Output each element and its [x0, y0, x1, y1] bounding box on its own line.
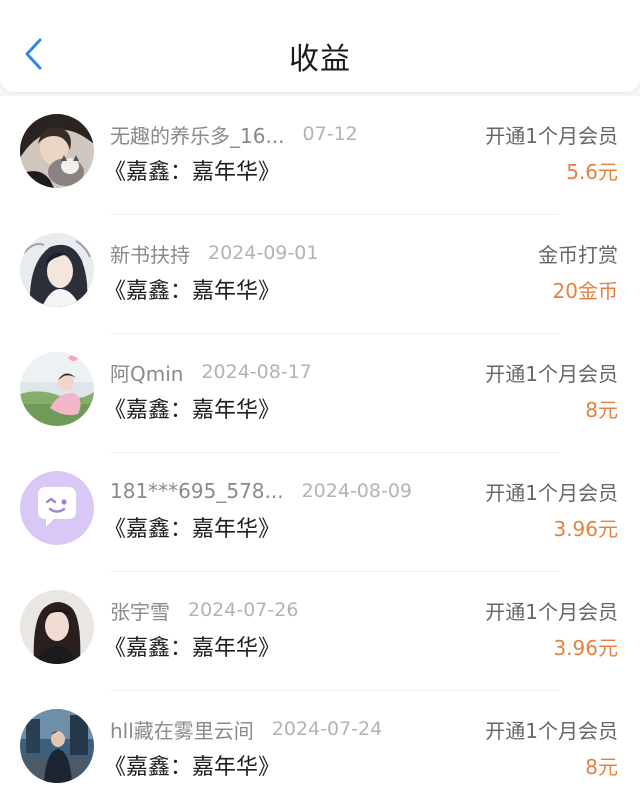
earning-row[interactable]: hll藏在雾里云间 2024-07-24 《嘉鑫：嘉年华》 开通1个月会员 8元	[0, 691, 640, 810]
earning-row[interactable]: 新书扶持 2024-09-01 《嘉鑫：嘉年华》 金币打赏 20金币	[0, 215, 640, 334]
earnings-list: 无趣的养乐多_16... 07-12 《嘉鑫：嘉年华》 开通1个月会员 5.6元…	[0, 96, 640, 810]
earning-type: 开通1个月会员	[485, 124, 618, 148]
earning-type: 开通1个月会员	[485, 600, 618, 624]
earning-amount: 8元	[585, 755, 618, 779]
earning-amount: 20金币	[552, 279, 618, 303]
date: 07-12	[302, 123, 358, 145]
earning-amount: 3.96元	[553, 517, 618, 541]
username: 无趣的养乐多_16...	[110, 123, 285, 148]
earning-type: 开通1个月会员	[485, 362, 618, 386]
book-title: 《嘉鑫：嘉年华》	[104, 398, 281, 423]
page-title: 收益	[289, 42, 351, 77]
avatar-photo-outdoor-icon[interactable]	[20, 352, 94, 426]
earning-amount: 8元	[585, 398, 618, 422]
earning-type: 金币打赏	[538, 243, 618, 267]
username: 181***695_578...	[110, 479, 284, 503]
avatar-anime-character-icon[interactable]	[20, 233, 94, 307]
earning-type: 开通1个月会员	[485, 481, 618, 505]
username: 张宇雪	[110, 599, 170, 624]
earning-amount: 5.6元	[566, 160, 618, 184]
username: hll藏在雾里云间	[110, 718, 254, 743]
avatar-photo-street-icon[interactable]	[20, 709, 94, 783]
top-bar: 收益	[0, 0, 640, 92]
book-title: 《嘉鑫：嘉年华》	[104, 517, 281, 542]
earning-row[interactable]: 无趣的养乐多_16... 07-12 《嘉鑫：嘉年华》 开通1个月会员 5.6元	[0, 96, 640, 215]
date: 2024-07-26	[188, 599, 299, 621]
earning-type: 开通1个月会员	[485, 719, 618, 743]
earning-amount: 3.96元	[553, 636, 618, 660]
earning-row[interactable]: 张宇雪 2024-07-26 《嘉鑫：嘉年华》 开通1个月会员 3.96元	[0, 572, 640, 691]
date: 2024-08-09	[301, 480, 413, 502]
book-title: 《嘉鑫：嘉年华》	[104, 755, 281, 780]
earning-row[interactable]: 阿Qmin 2024-08-17 《嘉鑫：嘉年华》 开通1个月会员 8元	[0, 334, 640, 453]
book-title: 《嘉鑫：嘉年华》	[104, 279, 281, 304]
date: 2024-09-01	[208, 242, 319, 264]
date: 2024-08-17	[201, 361, 312, 383]
avatar-portrait-girl-icon[interactable]	[20, 590, 94, 664]
earning-row[interactable]: 181***695_578... 2024-08-09 《嘉鑫：嘉年华》 开通1…	[0, 453, 640, 572]
book-title: 《嘉鑫：嘉年华》	[104, 636, 281, 661]
username: 新书扶持	[110, 242, 190, 267]
date: 2024-07-24	[271, 718, 383, 740]
username: 阿Qmin	[110, 361, 184, 386]
avatar-woman-with-cat-icon[interactable]	[20, 114, 94, 188]
book-title: 《嘉鑫：嘉年华》	[104, 160, 281, 185]
avatar-default-chat-icon[interactable]	[20, 471, 94, 545]
